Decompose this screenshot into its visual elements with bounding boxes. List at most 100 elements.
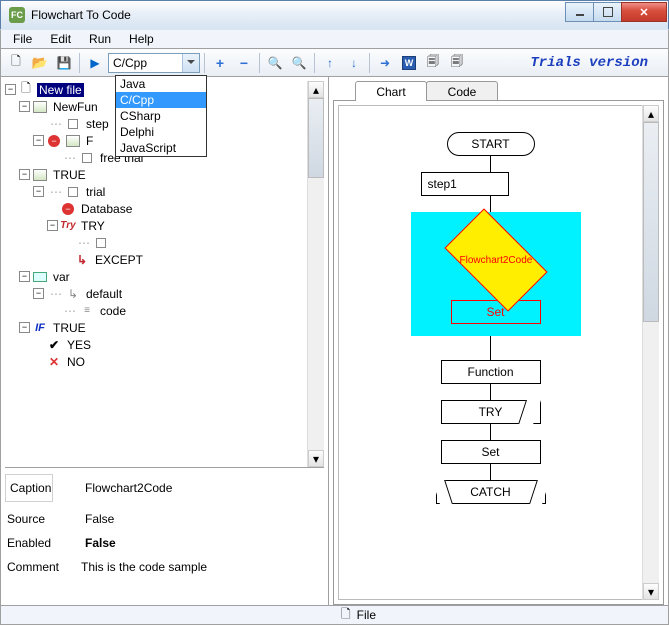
- menu-run[interactable]: Run: [81, 30, 119, 48]
- dropdown-option[interactable]: CSharp: [116, 108, 206, 124]
- stop-icon: [60, 201, 76, 217]
- remove-button[interactable]: [233, 52, 255, 74]
- collapse-icon[interactable]: −: [47, 220, 58, 231]
- scroll-down-icon[interactable]: ▾: [308, 450, 324, 467]
- check-icon: [46, 337, 62, 353]
- connector: [490, 384, 491, 400]
- scroll-down-icon[interactable]: ▾: [643, 583, 659, 600]
- add-button[interactable]: [209, 52, 231, 74]
- fc-step[interactable]: step1: [421, 172, 509, 196]
- preview-button[interactable]: [446, 52, 468, 74]
- dropdown-option[interactable]: Java: [116, 76, 206, 92]
- fc-try[interactable]: TRY: [441, 400, 541, 424]
- stop-icon: [46, 133, 62, 149]
- tree-item[interactable]: trial: [84, 185, 107, 199]
- chart-canvas[interactable]: START step1 Flowchart2Code Set Function …: [338, 105, 643, 600]
- menu-edit[interactable]: Edit: [42, 30, 79, 48]
- tree-item[interactable]: step: [84, 117, 111, 131]
- tree-item[interactable]: code: [98, 304, 128, 318]
- dropdown-option[interactable]: Delphi: [116, 124, 206, 140]
- fc-set2[interactable]: Set: [441, 440, 541, 464]
- fc-decision[interactable]: Flowchart2Code: [444, 208, 547, 311]
- run-button[interactable]: [84, 52, 106, 74]
- window-title: Flowchart To Code: [31, 8, 131, 22]
- tree-item[interactable]: TRY: [79, 219, 107, 233]
- trials-label: Trials version: [530, 55, 648, 71]
- fc-catch[interactable]: CATCH: [436, 480, 546, 504]
- cross-icon: [46, 354, 62, 370]
- tree-item[interactable]: F: [84, 134, 95, 148]
- maximize-button[interactable]: [593, 2, 622, 22]
- scroll-thumb[interactable]: [308, 98, 324, 178]
- app-icon: FC: [9, 7, 25, 23]
- statusbar: File: [0, 605, 669, 625]
- except-icon: [74, 252, 90, 268]
- scroll-up-icon[interactable]: ▴: [643, 105, 659, 122]
- prop-label-comment: Comment: [5, 560, 53, 574]
- separator: [369, 53, 370, 73]
- tree-item-root[interactable]: New file: [37, 83, 84, 97]
- block-icon: [79, 150, 95, 166]
- tree-item[interactable]: NO: [65, 355, 87, 369]
- fc-function[interactable]: Function: [441, 360, 541, 384]
- collapse-icon[interactable]: −: [5, 84, 16, 95]
- collapse-icon[interactable]: −: [19, 271, 30, 282]
- scroll-thumb[interactable]: [643, 122, 659, 322]
- main-area: −New file −NewFun ⋯step −F ⋯free trial −…: [0, 77, 669, 605]
- language-combo[interactable]: C/Cpp: [108, 53, 200, 73]
- print-button[interactable]: [422, 52, 444, 74]
- tree-item[interactable]: var: [51, 270, 72, 284]
- connector: [490, 336, 491, 360]
- collapse-icon[interactable]: −: [33, 186, 44, 197]
- new-button[interactable]: [5, 52, 27, 74]
- scroll-up-icon[interactable]: ▴: [308, 81, 324, 98]
- tree-item[interactable]: NewFun: [51, 100, 100, 114]
- collapse-icon[interactable]: −: [33, 288, 44, 299]
- prop-value-comment: This is the code sample: [81, 560, 207, 574]
- connector-icon: ⋯: [64, 151, 77, 165]
- tab-chart[interactable]: Chart: [355, 81, 427, 101]
- tab-code[interactable]: Code: [426, 81, 498, 101]
- block-icon: [93, 235, 109, 251]
- chart-scrollbar[interactable]: ▴ ▾: [642, 105, 659, 600]
- function-icon: [65, 133, 81, 149]
- collapse-icon[interactable]: −: [19, 322, 30, 333]
- dropdown-option[interactable]: C/Cpp: [116, 92, 206, 108]
- export-button[interactable]: [374, 52, 396, 74]
- fc-set[interactable]: Set: [451, 300, 541, 324]
- default-icon: [65, 286, 81, 302]
- move-up-button[interactable]: [319, 52, 341, 74]
- tree-scrollbar[interactable]: ▴ ▾: [307, 81, 324, 467]
- zoom-out-button[interactable]: [288, 52, 310, 74]
- tree-item[interactable]: Database: [79, 202, 134, 216]
- separator: [79, 53, 80, 73]
- tree-item[interactable]: default: [84, 287, 124, 301]
- tree-item[interactable]: YES: [65, 338, 93, 352]
- word-icon: W: [402, 56, 416, 70]
- menubar: File Edit Run Help: [0, 29, 669, 49]
- close-button[interactable]: [621, 2, 667, 22]
- menu-help[interactable]: Help: [121, 30, 162, 48]
- minimize-button[interactable]: [565, 2, 594, 22]
- save-button[interactable]: [53, 52, 75, 74]
- tree-item[interactable]: EXCEPT: [93, 253, 145, 267]
- collapse-icon[interactable]: −: [33, 135, 44, 146]
- function-icon: [32, 99, 48, 115]
- collapse-icon[interactable]: −: [19, 101, 30, 112]
- zoom-in-button[interactable]: [264, 52, 286, 74]
- collapse-icon[interactable]: −: [19, 169, 30, 180]
- block-icon: [65, 184, 81, 200]
- tree-item[interactable]: TRUE: [51, 321, 88, 335]
- chevron-down-icon[interactable]: [182, 54, 199, 72]
- word-button[interactable]: W: [398, 52, 420, 74]
- file-icon: [18, 82, 34, 98]
- prop-value-source: False: [85, 512, 114, 526]
- dropdown-option[interactable]: JavaScript: [116, 140, 206, 156]
- open-button[interactable]: [29, 52, 51, 74]
- tree-item[interactable]: TRUE: [51, 168, 88, 182]
- move-down-button[interactable]: [343, 52, 365, 74]
- connector: [490, 156, 491, 172]
- prop-label-enabled: Enabled: [5, 536, 53, 550]
- menu-file[interactable]: File: [5, 30, 40, 48]
- fc-start[interactable]: START: [447, 132, 535, 156]
